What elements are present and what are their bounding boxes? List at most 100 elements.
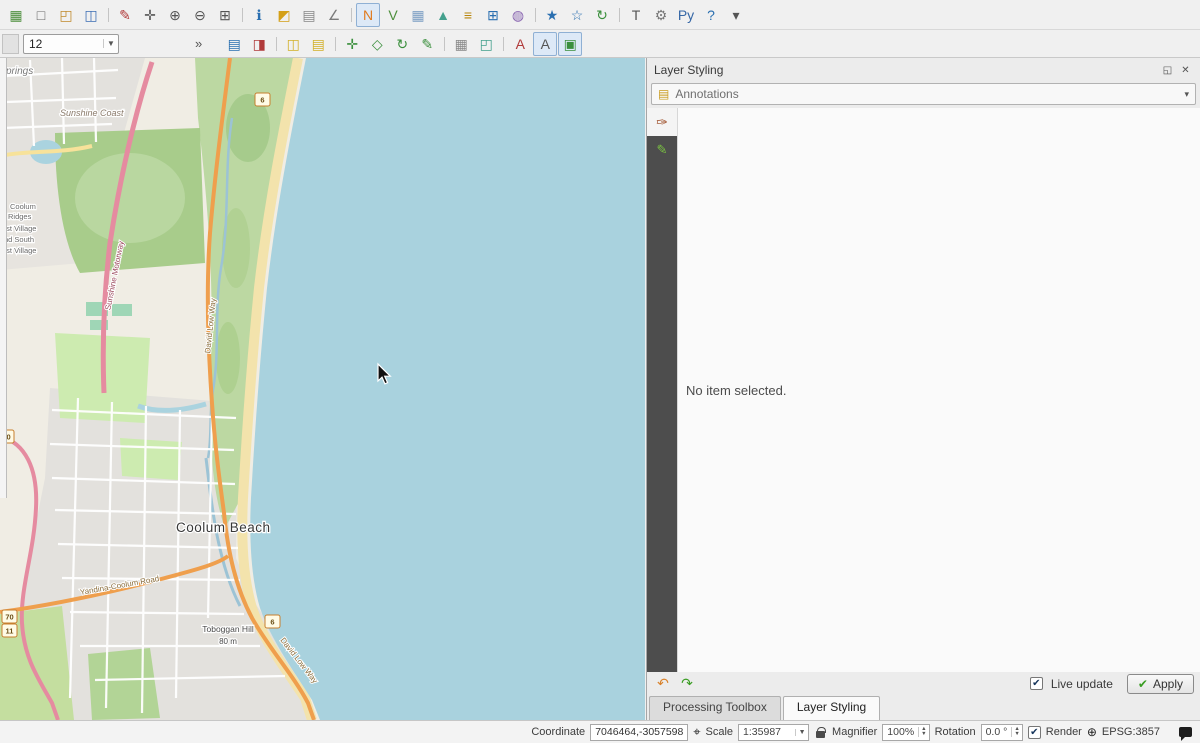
open-project-icon[interactable]: ◰ xyxy=(54,3,78,27)
forest-patch xyxy=(216,322,240,394)
open-data-source-manager-icon[interactable]: ▦ xyxy=(4,3,28,27)
status-bar: Coordinate 7046464,-3057598 ⌖ Scale 1:35… xyxy=(0,720,1200,743)
marker-annotation-icon[interactable]: A xyxy=(533,32,557,56)
toolbar-overflow-icon[interactable]: ▾ xyxy=(724,3,748,27)
zoom-out-icon[interactable]: ⊖ xyxy=(188,3,212,27)
layer-styling-toggle-icon[interactable]: ▤ xyxy=(222,32,246,56)
style-manager-icon[interactable]: ✎ xyxy=(113,3,137,27)
add-raster-layer-icon[interactable]: ▦ xyxy=(406,3,430,27)
icon-glyph: ◍ xyxy=(512,8,524,22)
toolbar-separator xyxy=(104,5,112,25)
zoom-in-icon[interactable]: ⊕ xyxy=(163,3,187,27)
redo-button[interactable]: ↷ xyxy=(677,674,697,693)
icon-glyph: ▤ xyxy=(312,37,325,51)
toolbar-separator xyxy=(272,34,280,54)
scale-label: Scale xyxy=(706,726,734,738)
measure-line-icon[interactable]: ∠ xyxy=(322,3,346,27)
text-annotation-icon[interactable]: T xyxy=(624,3,648,27)
coordinate-input[interactable]: 7046464,-3057598 xyxy=(590,724,688,741)
crs-button[interactable]: EPSG:3857 xyxy=(1102,726,1160,738)
python-console-icon[interactable]: Py xyxy=(674,3,698,27)
show-bookmarks-icon[interactable]: ☆ xyxy=(565,3,589,27)
rotate-annotation-icon[interactable]: ↻ xyxy=(390,32,414,56)
tab-processing-toolbox[interactable]: Processing Toolbox xyxy=(649,696,781,720)
refresh-map-icon[interactable]: ↻ xyxy=(590,3,614,27)
new-bookmark-icon[interactable]: ★ xyxy=(540,3,564,27)
icon-glyph: ▣ xyxy=(564,37,577,51)
magnifier-spinbox[interactable]: 100% ▲▼ xyxy=(882,724,929,741)
map-label-suburb-cut: prings xyxy=(5,66,33,77)
new-project-icon[interactable]: □ xyxy=(29,3,53,27)
map-label-hill-elevation: 80 m xyxy=(219,637,237,646)
open-attribute-table-icon[interactable]: ▤ xyxy=(297,3,321,27)
coordinate-label: Coordinate xyxy=(531,726,585,738)
tab-annotation[interactable]: ✎ xyxy=(651,139,673,161)
forest-inner xyxy=(75,153,185,243)
layout-manager-icon[interactable]: ◰ xyxy=(474,32,498,56)
map-label-left-1: Coolum xyxy=(10,202,36,211)
icon-glyph: ⚙ xyxy=(655,8,668,22)
zoom-full-icon[interactable]: ⊞ xyxy=(213,3,237,27)
add-mesh-layer-icon[interactable]: ▲ xyxy=(431,3,455,27)
add-delimited-text-icon[interactable]: ≡ xyxy=(456,3,480,27)
toolbar2-combobox[interactable]: 12 ▼ xyxy=(23,34,119,54)
toolbar-separator xyxy=(238,5,246,25)
processing-toolbox-icon[interactable]: ⚙ xyxy=(649,3,673,27)
render-label: Render xyxy=(1046,726,1082,738)
paintbrush-icon: ✑ xyxy=(656,114,668,131)
apply-button[interactable]: ✔ Apply xyxy=(1127,674,1194,694)
text-annotation-star-icon[interactable]: A xyxy=(508,32,532,56)
select-features-icon[interactable]: ◩ xyxy=(272,3,296,27)
main-toolbar: ▦ □ ◰ ◫ ✎ ✛ ⊕ ⊖ ⊞ ℹ ◩ ▤ ∠ N V ▦ ▲ ≡ ⊞ ◍ xyxy=(0,0,1200,30)
layer-selector-combobox[interactable]: ▤ Annotations ▾ xyxy=(651,83,1196,105)
icon-glyph: ∠ xyxy=(328,8,341,22)
rotation-spinbox[interactable]: 0.0 ° ▲▼ xyxy=(981,724,1023,741)
icon-glyph: ⊖ xyxy=(194,8,206,22)
identify-features-icon[interactable]: ℹ xyxy=(247,3,271,27)
message-log-icon[interactable] xyxy=(1179,727,1192,737)
help-icon[interactable]: ? xyxy=(699,3,723,27)
edit-nodes-icon[interactable]: ◇ xyxy=(365,32,389,56)
icon-glyph: ▾ xyxy=(732,8,739,22)
map-theme-icon[interactable]: ◨ xyxy=(247,32,271,56)
move-annotation-icon[interactable]: ✛ xyxy=(340,32,364,56)
render-checkbox[interactable]: ✔ xyxy=(1028,726,1041,739)
panel-body: ✑ ✎ No item selected. xyxy=(647,108,1200,672)
spinner-arrows-icon[interactable]: ▲▼ xyxy=(1011,727,1021,737)
map-canvas[interactable]: Sunshine Motorway David Low Way David Lo… xyxy=(0,58,645,720)
float-panel-icon[interactable]: ◱ xyxy=(1160,63,1175,77)
map-settings-icon[interactable]: ▦ xyxy=(449,32,473,56)
icon-glyph: ◨ xyxy=(253,37,266,51)
north-arrow-tool-icon[interactable]: N xyxy=(356,3,380,27)
undo-button[interactable]: ↶ xyxy=(653,674,673,693)
form-annotation-icon[interactable]: ▣ xyxy=(558,32,582,56)
icon-glyph: ⊕ xyxy=(169,8,181,22)
icon-glyph: A xyxy=(541,37,550,51)
tab-layer-styling[interactable]: Layer Styling xyxy=(783,696,880,720)
live-update-label: Live update xyxy=(1051,677,1113,691)
spinner-arrows-icon[interactable]: ▲▼ xyxy=(918,727,928,737)
dock-handle[interactable] xyxy=(2,34,19,54)
save-project-icon[interactable]: ◫ xyxy=(79,3,103,27)
toolbar-separator xyxy=(531,5,539,25)
add-wms-layer-icon[interactable]: ◍ xyxy=(506,3,530,27)
close-icon[interactable]: ✕ xyxy=(1178,63,1193,77)
icon-glyph: ◩ xyxy=(277,8,290,22)
scale-combobox[interactable]: 1:35987 ▼ xyxy=(738,724,809,741)
add-postgis-layer-icon[interactable]: ⊞ xyxy=(481,3,505,27)
add-vector-layer-icon[interactable]: V xyxy=(381,3,405,27)
pin-annotation-icon[interactable]: ▤ xyxy=(306,32,330,56)
annotations-toolbar-icons: ▤ ◨ ◫ ▤ ✛ ◇ ↻ ✎ ▦ ◰ A A xyxy=(222,32,582,56)
lock-icon[interactable] xyxy=(816,731,825,738)
collapsed-panel-edge[interactable] xyxy=(0,58,7,498)
extents-icon[interactable]: ⌖ xyxy=(693,724,700,740)
pan-map-icon[interactable]: ✛ xyxy=(138,3,162,27)
remove-annotation-icon[interactable]: ◫ xyxy=(281,32,305,56)
icon-glyph: Py xyxy=(678,8,694,22)
toolbar-overflow-chevron[interactable]: » xyxy=(195,36,202,51)
modify-annotation-icon[interactable]: ✎ xyxy=(415,32,439,56)
icon-glyph: ✛ xyxy=(144,8,156,22)
icon-glyph: ◰ xyxy=(59,8,72,22)
live-update-checkbox[interactable]: ✔ xyxy=(1030,677,1043,690)
tab-symbology[interactable]: ✑ xyxy=(647,108,677,136)
